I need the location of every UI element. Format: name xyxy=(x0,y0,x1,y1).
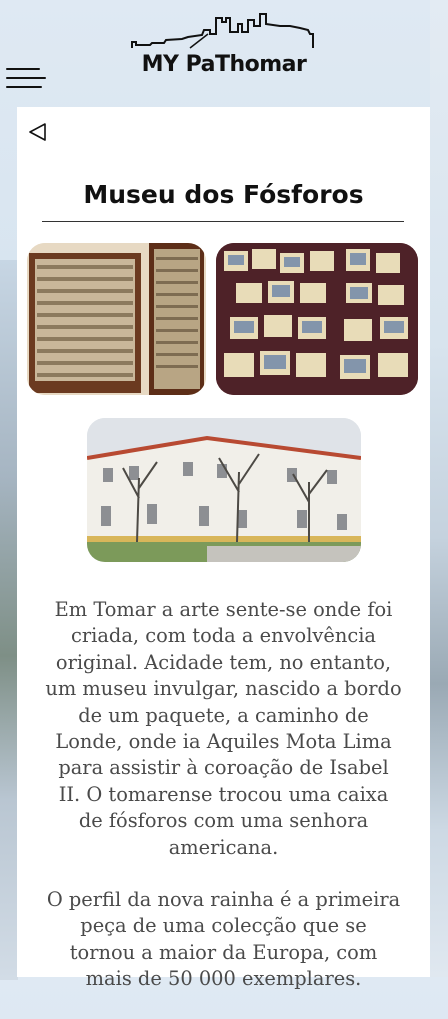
article-body: Em Tomar a arte sente-se onde foi criada… xyxy=(45,597,402,1019)
matchbox-collection-table-photo[interactable] xyxy=(216,243,418,395)
content-card: Museu dos Fósforos Em Tomar a arte sente… xyxy=(17,107,430,990)
background-blur-right xyxy=(430,0,448,977)
app-header: MY PaThomar xyxy=(0,0,448,100)
hamburger-menu-icon[interactable] xyxy=(6,68,46,92)
castle-skyline-icon xyxy=(131,13,314,49)
back-triangle-icon[interactable] xyxy=(27,121,49,143)
paragraph: Em Tomar a arte sente-se onde foi criada… xyxy=(45,598,402,859)
museum-building-courtyard-photo[interactable] xyxy=(87,418,361,562)
logo-text: MY PaThomar xyxy=(141,52,307,77)
background-blur-left xyxy=(0,260,18,980)
matchbox-display-cabinet-photo[interactable] xyxy=(27,243,206,395)
title-divider xyxy=(42,221,404,222)
app-logo[interactable]: MY PaThomar xyxy=(130,12,318,82)
page-title: Museu dos Fósforos xyxy=(83,179,364,209)
